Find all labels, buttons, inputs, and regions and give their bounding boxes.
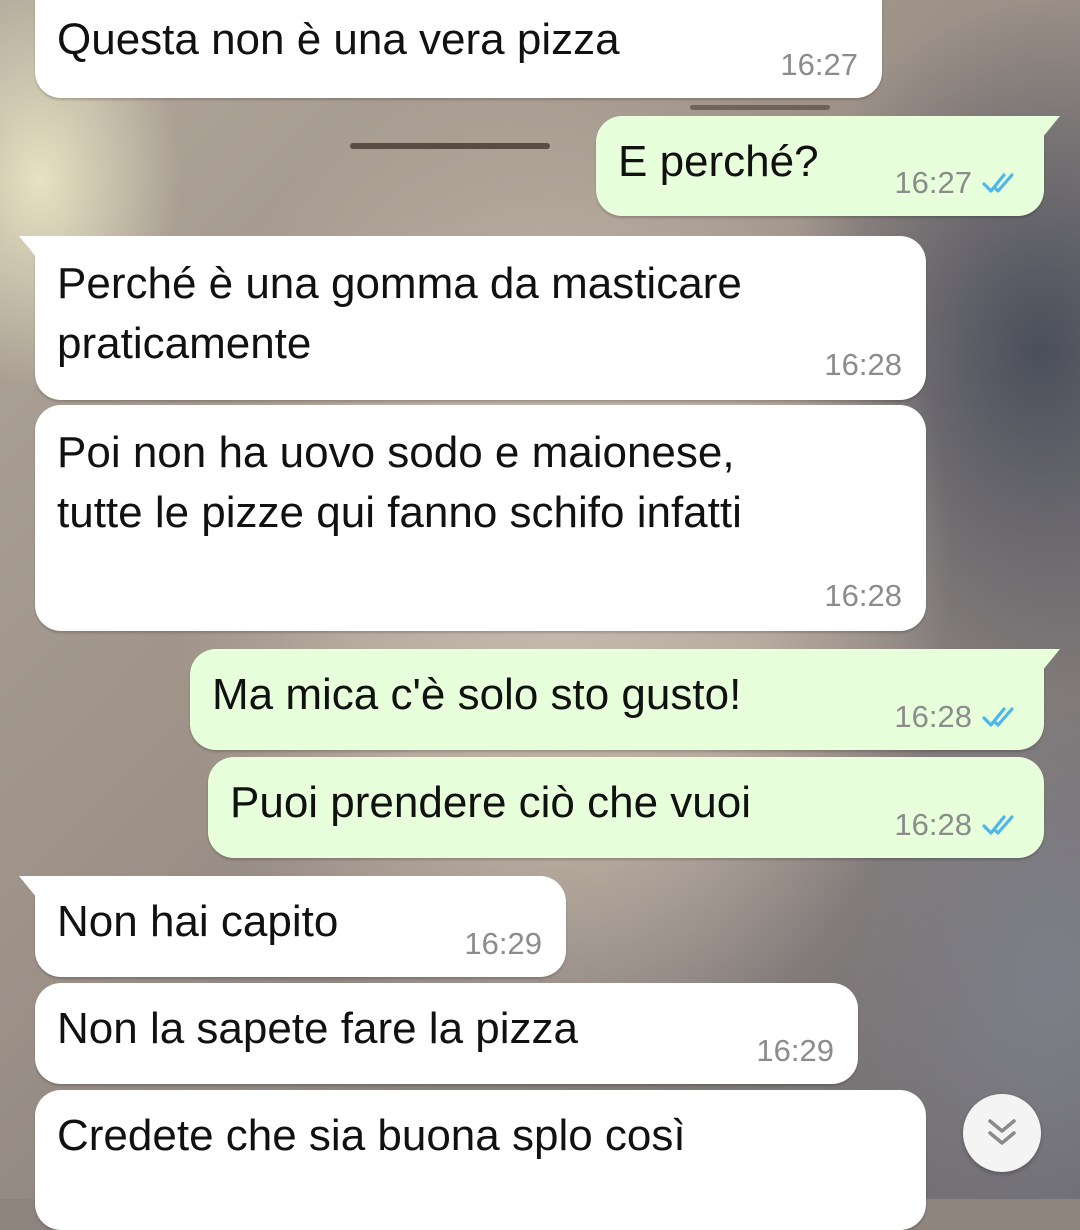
message-time-label: 16:28: [894, 807, 972, 842]
double-chevron-down-icon: [988, 1119, 1016, 1145]
double-check-icon: [982, 815, 1014, 835]
double-check-icon: [982, 173, 1014, 193]
message-text: Non la sapete fare la pizza: [57, 1004, 578, 1053]
message-text: Non hai capito: [57, 897, 339, 946]
message-text: Questa non è una vera pizza: [57, 15, 620, 64]
message-time: 16:27: [780, 48, 858, 82]
message-incoming[interactable]: Non hai capito 16:29: [19, 876, 566, 977]
message-time-label: 16:27: [894, 165, 972, 200]
message-incoming[interactable]: Perché è una gomma da masticare praticam…: [19, 236, 926, 400]
message-text: Puoi prendere ciò che vuoi: [230, 778, 751, 827]
message-incoming[interactable]: Non la sapete fare la pizza 16:29: [35, 983, 858, 1084]
message-time: 16:27: [894, 166, 1020, 200]
message-time-label: 16:27: [780, 47, 858, 82]
message-text: Poi non ha uovo sodo e maionese, tutte l…: [57, 428, 742, 537]
message-time-label: 16:29: [464, 926, 542, 961]
message-text: Perché è una gomma da masticare praticam…: [57, 259, 742, 368]
message-time: 16:29: [464, 927, 542, 961]
message-time-label: 16:28: [894, 699, 972, 734]
message-time: 16:28: [824, 348, 902, 382]
message-time: 16:28: [894, 700, 1020, 734]
message-outgoing[interactable]: Puoi prendere ciò che vuoi 16:28: [208, 757, 1044, 858]
wallpaper-detail: [350, 143, 550, 149]
message-incoming[interactable]: Credete che sia buona splo così: [35, 1090, 926, 1230]
message-incoming[interactable]: Questa non è una vera pizza 16:27: [35, 0, 882, 98]
message-time-label: 16:28: [824, 347, 902, 382]
message-text: Ma mica c'è solo sto gusto!: [212, 670, 742, 719]
message-outgoing[interactable]: Ma mica c'è solo sto gusto! 16:28: [190, 649, 1060, 750]
message-time-label: 16:29: [756, 1033, 834, 1068]
message-time: 16:29: [756, 1034, 834, 1068]
wallpaper-detail: [690, 105, 830, 110]
message-text: Credete che sia buona splo così: [57, 1111, 686, 1160]
message-incoming[interactable]: Poi non ha uovo sodo e maionese, tutte l…: [35, 405, 926, 631]
message-text: E perché?: [618, 137, 819, 186]
message-outgoing[interactable]: E perché? 16:27: [596, 116, 1060, 216]
message-time: 16:28: [894, 808, 1020, 842]
double-check-icon: [982, 707, 1014, 727]
scroll-to-bottom-button[interactable]: [963, 1094, 1041, 1172]
message-time: 16:28: [824, 579, 902, 613]
message-time-label: 16:28: [824, 578, 902, 613]
